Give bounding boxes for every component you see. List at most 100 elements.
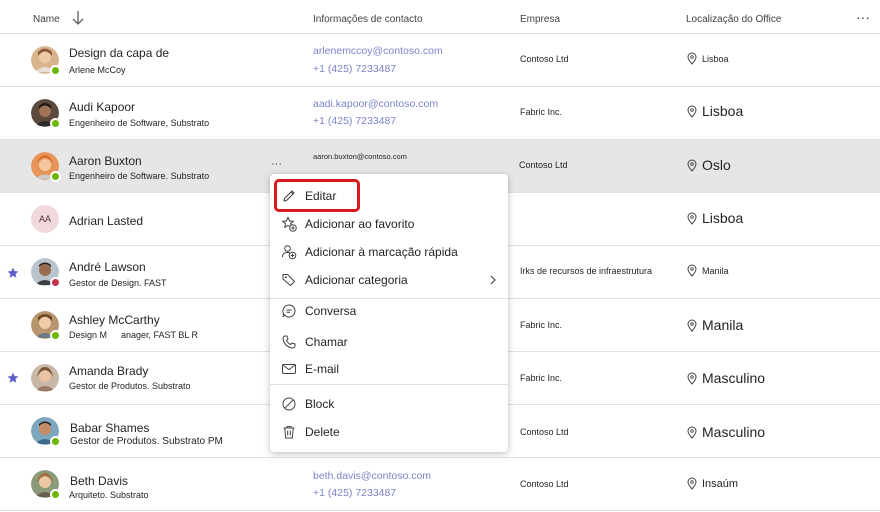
avatar xyxy=(31,46,61,76)
column-name[interactable]: Name xyxy=(33,14,60,25)
company: Contoso Ltd xyxy=(520,54,569,64)
avatar xyxy=(31,99,61,129)
location-pin-icon xyxy=(687,105,697,118)
trash-icon xyxy=(283,426,295,439)
company: Irks de recursos de infraestrutura xyxy=(520,266,653,276)
chat-icon xyxy=(282,304,296,318)
menu-item-label: Conversa xyxy=(305,304,357,318)
favorite-star-icon[interactable] xyxy=(7,372,19,384)
office-location: Manila xyxy=(687,317,743,333)
person-title: Design M xyxy=(69,330,108,340)
avatar: AA xyxy=(31,205,59,233)
presence-available-icon xyxy=(50,65,61,76)
column-location[interactable]: Localização do Office xyxy=(686,14,781,25)
row-more-options-icon[interactable]: ··· xyxy=(271,158,282,170)
person-name[interactable]: Amanda Brady xyxy=(69,364,148,378)
location-pin-icon xyxy=(687,159,697,172)
person-title: Gestor de Produtos. Substrato xyxy=(69,381,191,391)
column-contact[interactable]: Informações de contacto xyxy=(313,14,423,25)
menu-item-chat[interactable]: Conversa xyxy=(270,298,508,324)
table-row[interactable]: Beth Davis Arquiteto. Substrato beth.dav… xyxy=(0,458,880,511)
email-link[interactable]: beth.davis@contoso.com xyxy=(313,470,431,482)
menu-item-label: E-mail xyxy=(305,362,340,376)
office-location: Lisboa xyxy=(687,210,743,226)
phone-link[interactable]: +1 (425) 7233487 xyxy=(313,115,396,127)
office-location: Lisboa xyxy=(687,103,743,119)
person-name[interactable]: Ashley McCarthy xyxy=(69,313,160,327)
avatar xyxy=(31,470,61,500)
person-name[interactable]: Audi Kapoor xyxy=(69,100,135,114)
menu-item-label: Block xyxy=(305,397,335,411)
avatar xyxy=(31,364,59,392)
office-location: Manila xyxy=(687,264,729,277)
block-icon xyxy=(282,397,296,411)
location-pin-icon xyxy=(687,477,697,490)
company: Contoso Ltd xyxy=(520,479,569,489)
location-pin-icon xyxy=(687,212,697,225)
menu-item-label: Adicionar ao favorito xyxy=(305,217,415,231)
person-name[interactable]: Design da capa de xyxy=(69,46,169,60)
menu-item-edit[interactable]: Editar xyxy=(270,183,508,209)
person-title-continued: anager, FAST BL R xyxy=(121,330,199,340)
person-name[interactable]: André Lawson xyxy=(69,260,146,274)
menu-item-add-favorite[interactable]: Adicionar ao favorito xyxy=(270,211,508,237)
menu-item-label: Editar xyxy=(305,189,337,203)
favorite-star-icon[interactable] xyxy=(7,267,19,279)
email-link[interactable]: aaron.buxton@contoso.com xyxy=(313,152,407,161)
sort-down-arrow-icon[interactable] xyxy=(70,9,86,27)
menu-item-add-quick-mark[interactable]: Adicionar à marcação rápida xyxy=(270,239,508,265)
avatar-initials: AA xyxy=(31,205,59,233)
menu-item-label: Chamar xyxy=(305,335,348,349)
avatar xyxy=(31,258,61,288)
person-name[interactable]: Babar Shames xyxy=(70,421,149,435)
column-company[interactable]: Empresa xyxy=(520,14,560,25)
company: Fabric Inc. xyxy=(520,373,563,383)
avatar xyxy=(31,417,61,447)
presence-available-icon xyxy=(50,118,61,129)
menu-item-call[interactable]: Chamar xyxy=(270,329,508,355)
location-pin-icon xyxy=(687,372,697,385)
person-name[interactable]: Beth Davis xyxy=(70,474,128,488)
email-link[interactable]: arlenemccoy@contoso.com xyxy=(313,45,443,57)
person-title: Gestor de Produtos. Substrato PM xyxy=(70,436,223,447)
table-row[interactable]: Audi Kapoor Engenheiro de Software, Subs… xyxy=(0,87,880,140)
table-header: Name Informações de contacto Empresa Loc… xyxy=(0,0,880,34)
location-pin-icon xyxy=(687,264,697,277)
header-more-icon[interactable]: ··· xyxy=(856,9,870,25)
menu-divider xyxy=(270,384,508,385)
presence-available-icon xyxy=(50,436,61,447)
location-pin-icon xyxy=(687,426,697,439)
menu-item-label: Adicionar à marcação rápida xyxy=(305,245,458,259)
table-row[interactable]: Design da capa de Arlene McCoy arlenemcc… xyxy=(0,34,880,87)
menu-item-label: Delete xyxy=(305,425,340,439)
menu-item-add-category[interactable]: Adicionar categoria xyxy=(270,267,508,293)
person-title: Gestor de Design. FAST xyxy=(69,278,167,288)
company: Contoso Ltd xyxy=(519,160,568,170)
menu-item-delete[interactable]: Delete xyxy=(270,419,508,445)
phone-link[interactable]: +1 (425) 7233487 xyxy=(313,487,396,499)
presence-available-icon xyxy=(50,489,61,500)
company: Fabric Inc. xyxy=(520,320,563,330)
pencil-icon xyxy=(283,190,295,202)
menu-item-block[interactable]: Block xyxy=(270,391,508,417)
tag-icon xyxy=(282,274,295,286)
phone-link[interactable]: +1 (425) 7233487 xyxy=(313,63,396,75)
office-location: Lisboa xyxy=(687,52,729,65)
person-name[interactable]: Aaron Buxton xyxy=(69,154,142,168)
menu-item-label: Adicionar categoria xyxy=(305,273,408,287)
office-location: Masculino xyxy=(687,370,765,386)
company: Contoso Ltd xyxy=(520,427,569,437)
office-location: Oslo xyxy=(687,157,731,173)
star-add-icon xyxy=(281,216,297,232)
person-add-icon xyxy=(282,245,297,260)
company: Fabric Inc. xyxy=(520,107,563,117)
presence-available-icon xyxy=(50,171,61,182)
location-pin-icon xyxy=(687,52,697,65)
mail-icon xyxy=(282,364,296,374)
chevron-right-icon xyxy=(490,275,496,285)
menu-item-email[interactable]: E-mail xyxy=(270,356,508,382)
phone-icon xyxy=(282,335,296,349)
person-name[interactable]: Adrian Lasted xyxy=(69,214,143,228)
email-link[interactable]: aadi.kapoor@contoso.com xyxy=(313,98,438,110)
avatar xyxy=(31,311,61,341)
